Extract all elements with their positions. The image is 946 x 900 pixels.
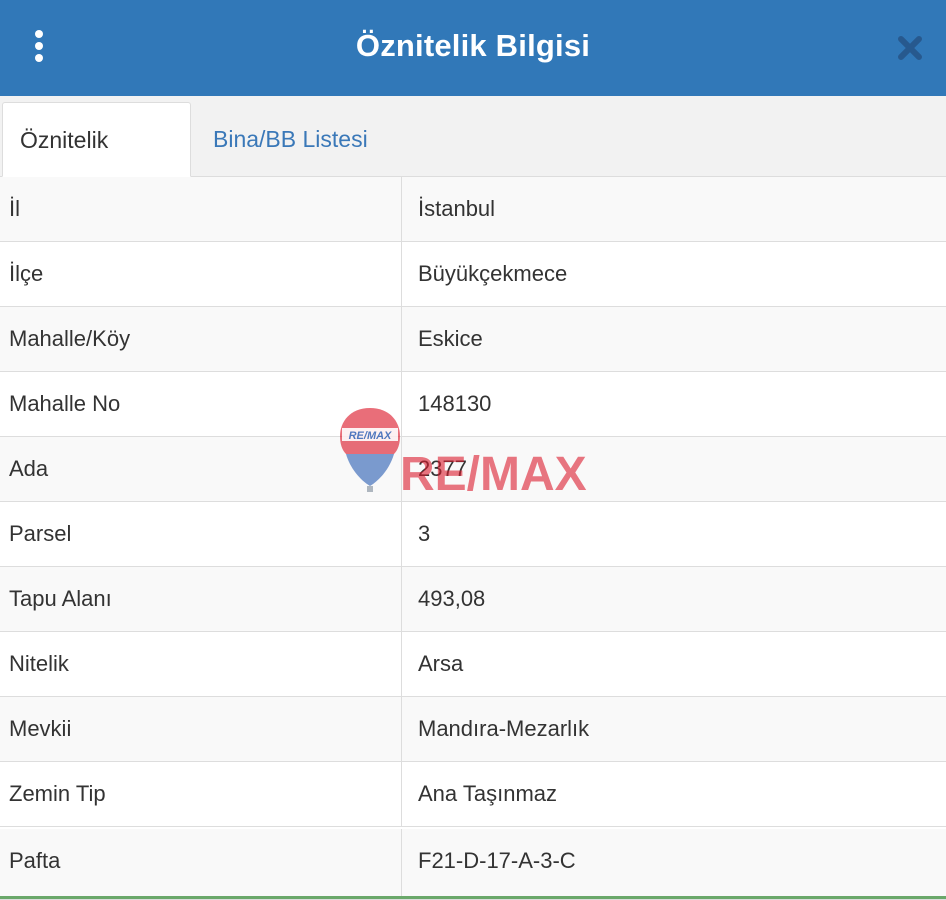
- tab-bar: Öznitelik Bilgisi Bina/BB Listesi: [0, 96, 946, 227]
- row-value: Eskice: [418, 326, 483, 351]
- row-key: İl: [9, 196, 20, 221]
- table-row: Pafta F21-D-17-A-3-C: [0, 829, 946, 900]
- table-row: Parsel 3: [0, 502, 946, 567]
- table-row: İlçe Büyükçekmece: [0, 242, 946, 307]
- row-value: İstanbul: [418, 196, 496, 221]
- row-key: Pafta: [9, 848, 61, 873]
- row-value: Ana Taşınmaz: [418, 781, 558, 806]
- row-value: F21-D-17-A-3-C: [418, 848, 576, 873]
- attribute-info-window: Öznitelik Bilgisi Öznitelik Bilgisi Bina…: [0, 0, 946, 900]
- row-key: İlçe: [9, 261, 44, 286]
- table-row: Tapu Alanı 493,08: [0, 567, 946, 632]
- close-icon[interactable]: [896, 34, 924, 62]
- row-value: Büyükçekmece: [418, 261, 568, 286]
- bottom-accent-line: [0, 896, 946, 899]
- table-row: Ada 2377: [0, 437, 946, 502]
- row-key: Mevkii: [9, 716, 72, 741]
- table-row: Mahalle No 148130: [0, 372, 946, 437]
- table-row: Mevkii Mandıra-Mezarlık: [0, 697, 946, 762]
- row-key: Zemin Tip: [9, 781, 106, 806]
- table-row: İl İstanbul: [0, 177, 946, 242]
- table-row: Nitelik Arsa: [0, 632, 946, 697]
- row-value: Arsa: [418, 651, 464, 676]
- row-key: Mahalle/Köy: [9, 326, 131, 351]
- tab-attribute-info[interactable]: Öznitelik Bilgisi: [2, 102, 191, 227]
- row-key: Ada: [9, 456, 49, 481]
- window-title: Öznitelik Bilgisi: [355, 28, 591, 63]
- window-header: Öznitelik Bilgisi: [0, 0, 946, 96]
- row-key: Tapu Alanı: [9, 586, 112, 611]
- row-value: Mandıra-Mezarlık: [418, 716, 590, 741]
- row-key: Parsel: [9, 521, 72, 546]
- table-row: Zemin Tip Ana Taşınmaz: [0, 762, 946, 827]
- table-row: Mahalle/Köy Eskice: [0, 307, 946, 372]
- row-value: 2377: [418, 456, 467, 481]
- tab-building-list[interactable]: Bina/BB Listesi: [196, 102, 385, 176]
- row-key: Nitelik: [9, 651, 69, 676]
- row-value: 148130: [418, 391, 492, 416]
- row-value: 3: [418, 521, 431, 546]
- row-key: Mahalle No: [9, 391, 121, 416]
- row-value: 493,08: [418, 586, 486, 611]
